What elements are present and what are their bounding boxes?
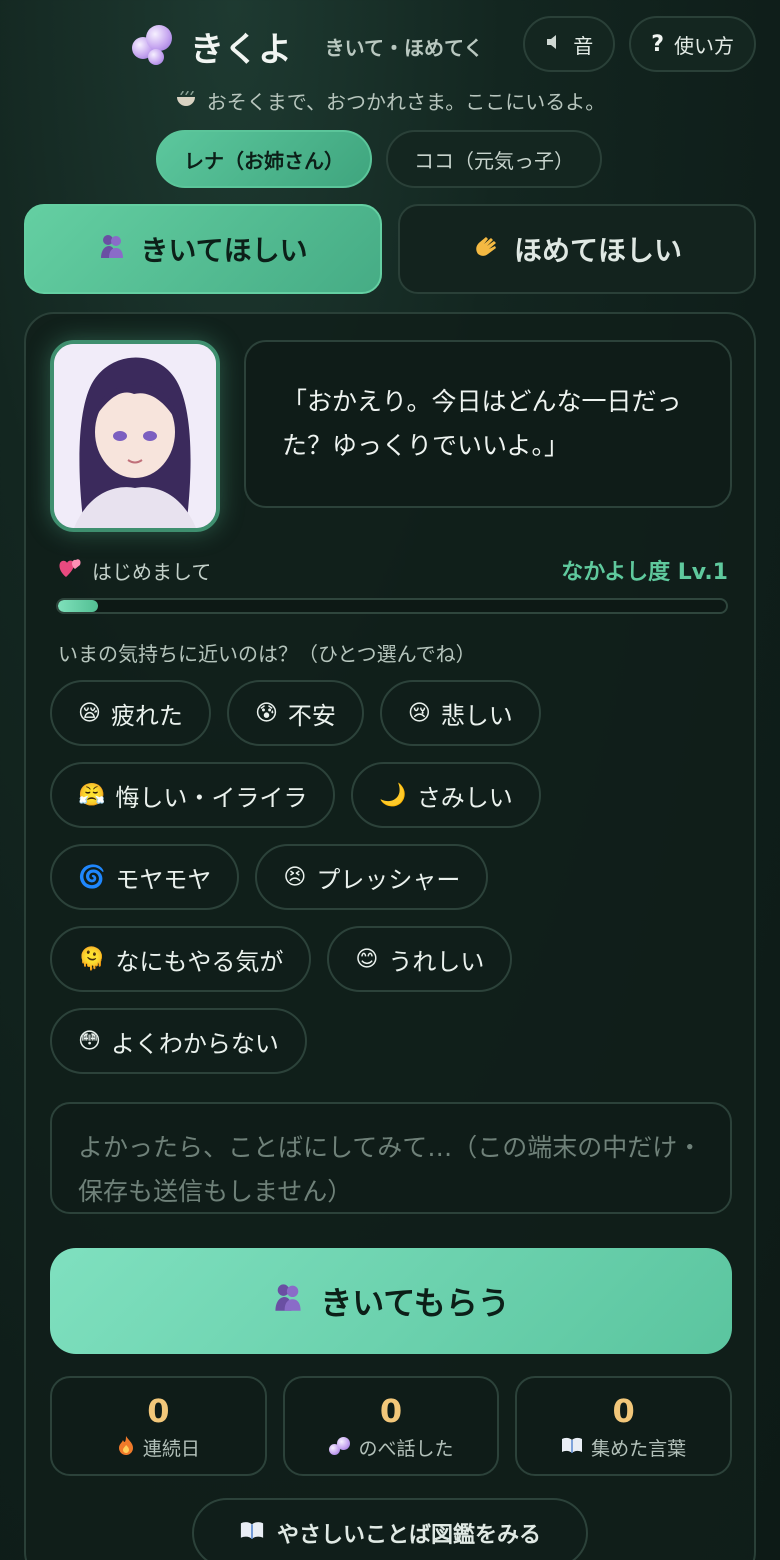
bubbles-icon <box>328 1437 351 1457</box>
mood-label: モヤモヤ <box>115 865 212 894</box>
bubbles-icon <box>132 25 174 67</box>
stat-value: 0 <box>147 1391 170 1430</box>
hug-icon <box>98 232 126 267</box>
tab-label: ココ（元気っ子） <box>414 148 574 173</box>
mood-chip-frustrated[interactable]: 😤 悔しい・イライラ <box>50 762 336 828</box>
header: きくよ きいて・ほめてく おそくまで、おつかれさま。ここにいるよ。 <box>0 20 780 115</box>
cyclone-icon: 🌀 <box>78 864 106 890</box>
relationship-progress-fill <box>58 600 99 612</box>
mood-label: なにもやる気が <box>115 947 284 976</box>
mood-chip-happy[interactable]: 😊 うれしい <box>327 926 513 992</box>
mood-label: プレッシャー <box>316 865 461 894</box>
app-title: きくよ <box>190 29 292 70</box>
praise-mode-button[interactable]: ほめてほしい <box>398 204 756 294</box>
relationship-status: はじめまして <box>92 559 212 584</box>
stat-label: のべ話した <box>358 1437 454 1460</box>
persevering-face-icon: 😣 <box>283 864 307 890</box>
mood-label: うれしい <box>388 947 485 976</box>
phrase-dex-button[interactable]: やさしいことば図鑑をみる <box>192 1498 588 1560</box>
relationship-progress-bar <box>56 598 728 614</box>
mode-selector: きいてほしい ほめてほしい <box>24 204 756 294</box>
bowl-icon <box>175 87 197 114</box>
anxious-face-icon: 😰 <box>254 700 278 726</box>
flushed-face-icon: 😳 <box>78 1028 101 1054</box>
hug-icon <box>272 1281 304 1321</box>
crescent-moon-icon: 🌙 <box>379 782 407 808</box>
mood-chip-foggy[interactable]: 🌀 モヤモヤ <box>50 844 240 910</box>
stats-row: 0 連続日 0 のべ話した 0 集めた言葉 <box>50 1376 733 1476</box>
mood-label: 悲しい <box>440 701 513 730</box>
speech-bubble: 「おかえり。今日はどんな一日だった？ゆっくりでいいよ。」 <box>244 340 732 508</box>
stat-collected-words: 0 集めた言葉 <box>515 1376 733 1476</box>
character-tabs: レナ（お姉さん） ココ（元気っ子） <box>156 130 602 188</box>
speech-text: 「おかえり。今日はどんな一日だった？ゆっくりでいいよ。」 <box>282 387 682 460</box>
melting-face-icon: 🫠 <box>78 946 106 972</box>
mode-label: ほめてほしい <box>513 234 682 267</box>
hearts-icon <box>58 557 82 584</box>
book-icon <box>239 1520 265 1546</box>
mode-label: きいてほしい <box>140 234 308 267</box>
tab-character-coco[interactable]: ココ（元気っ子） <box>386 130 602 188</box>
feelings-input-placeholder: よかったら、ことばにしてみて…（この端末の中だけ・保存も送信もしません） <box>78 1133 703 1206</box>
mood-label: 疲れた <box>110 701 183 730</box>
listen-mode-button[interactable]: きいてほしい <box>24 204 382 294</box>
tab-character-rena[interactable]: レナ（お姉さん） <box>156 130 372 188</box>
stat-total-talks: 0 のべ話した <box>282 1376 500 1476</box>
chat-card: 「おかえり。今日はどんな一日だった？ゆっくりでいいよ。」 はじめまして なかよし… <box>24 312 756 1560</box>
steaming-face-icon: 😤 <box>78 782 106 808</box>
listen-submit-button[interactable]: きいてもらう <box>50 1248 732 1354</box>
smiling-face-icon: 😊 <box>355 946 379 972</box>
tagline: おそくまで、おつかれさま。ここにいるよ。 <box>0 86 780 115</box>
relationship-row: はじめまして なかよし度 Lv.1 <box>58 554 728 586</box>
mood-label: さみしい <box>416 783 513 812</box>
stat-streak: 0 連続日 <box>50 1376 267 1476</box>
book-icon <box>561 1436 583 1459</box>
cta-label: きいてもらう <box>320 1284 510 1322</box>
feelings-input[interactable]: よかったら、ことばにしてみて…（この端末の中だけ・保存も送信もしません） <box>50 1102 732 1214</box>
crying-face-icon: 😢 <box>407 700 431 726</box>
mood-chip-pressure[interactable]: 😣 プレッシャー <box>255 844 489 910</box>
tab-label: レナ（お姉さん） <box>184 148 344 173</box>
mood-chip-anxious[interactable]: 😰 不安 <box>226 680 364 746</box>
relationship-level: なかよし度 Lv.1 <box>561 560 728 585</box>
stat-label: 連続日 <box>142 1437 200 1460</box>
character-avatar <box>50 340 220 532</box>
mood-label: 不安 <box>287 701 336 730</box>
mood-chip-unmotivated[interactable]: 🫠 なにもやる気が <box>50 926 312 992</box>
sleepy-face-icon: 😪 <box>78 700 101 726</box>
stat-value: 0 <box>379 1391 403 1430</box>
stat-value: 0 <box>612 1391 635 1430</box>
fire-icon <box>117 1435 135 1460</box>
mood-chip-lonely[interactable]: 🌙 さみしい <box>351 762 541 828</box>
mood-chip-unsure[interactable]: 😳 よくわからない <box>50 1008 307 1074</box>
tagline-text: おそくまで、おつかれさま。ここにいるよ。 <box>206 90 606 114</box>
stat-label: 集めた言葉 <box>591 1437 687 1460</box>
app-subtitle: きいて・ほめてく <box>324 35 484 60</box>
clap-icon <box>472 232 500 267</box>
mood-prompt: いまの気持ちに近いのは？（ひとつ選んでね） <box>58 642 476 666</box>
mood-options: 😪 疲れた 😰 不安 😢 悲しい 😤 悔しい・イライラ 🌙 さみしい 🌀 モヤモヤ 😣 プレッ… <box>50 680 740 1074</box>
mood-chip-sad[interactable]: 😢 悲しい <box>379 680 541 746</box>
brand: きくよ きいて・ほめてく <box>0 20 780 72</box>
mood-label: 悔しい・イライラ <box>115 783 308 812</box>
dex-label: やさしいことば図鑑をみる <box>276 1523 541 1548</box>
mood-chip-tired[interactable]: 😪 疲れた <box>50 680 211 746</box>
mood-label: よくわからない <box>110 1029 279 1058</box>
